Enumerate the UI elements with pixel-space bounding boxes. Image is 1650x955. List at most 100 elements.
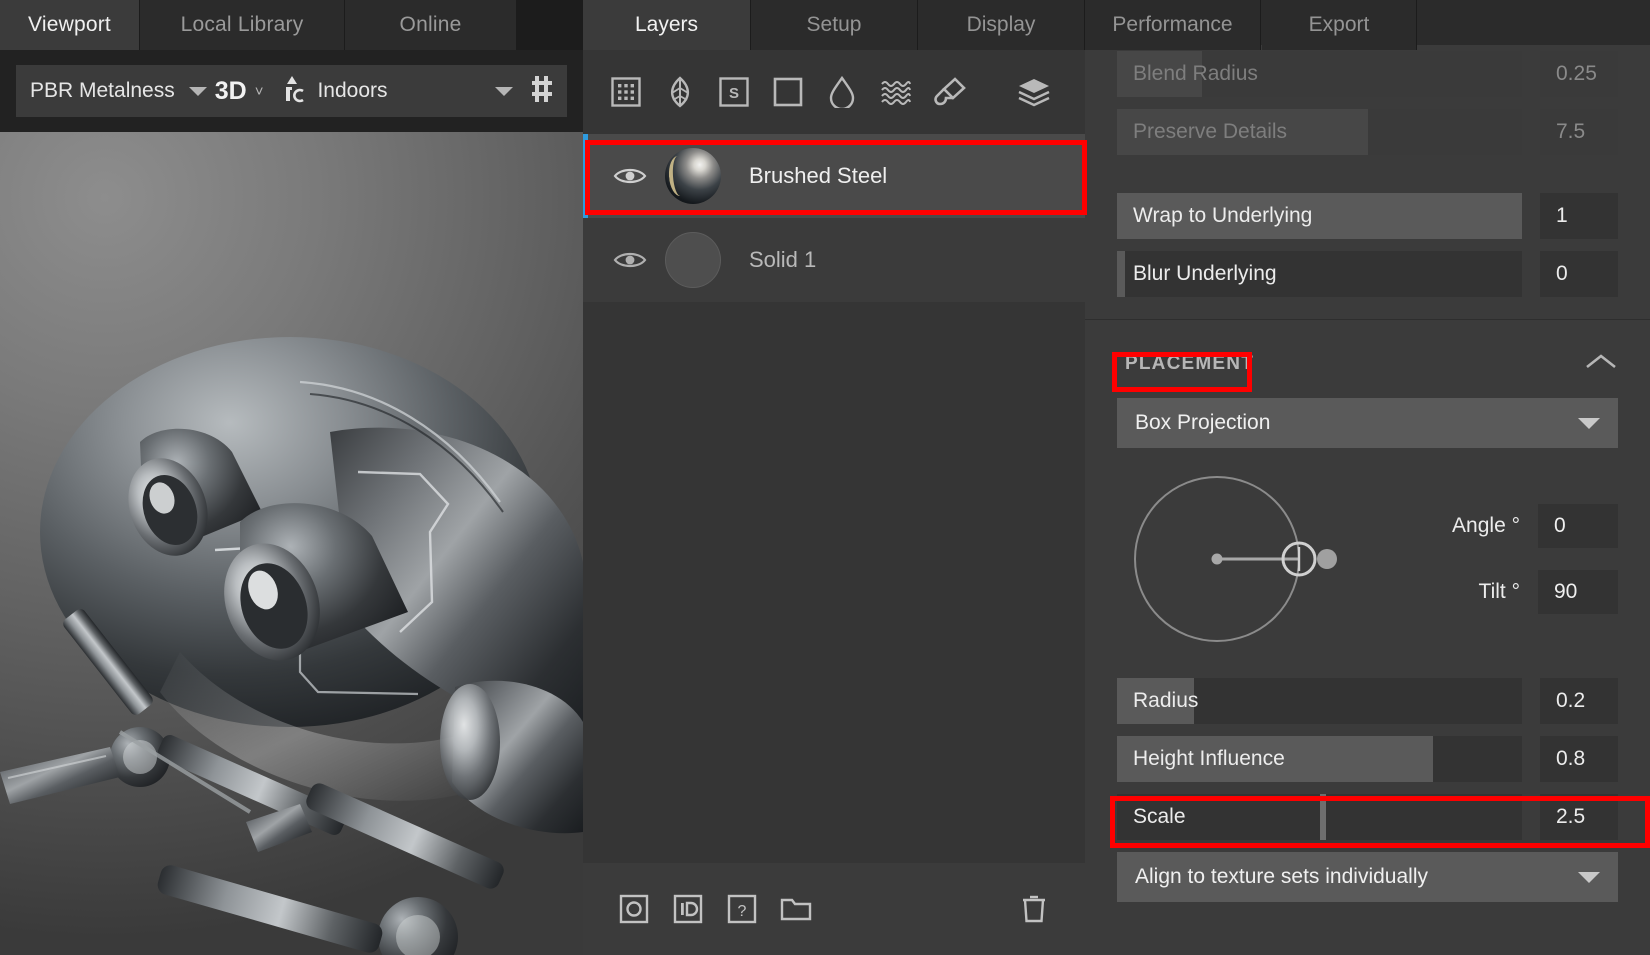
layer-name-label: Brushed Steel <box>749 163 888 188</box>
tab-performance[interactable]: Performance <box>1085 0 1261 50</box>
param-row-blend-radius[interactable]: Blend Radius 0.25 <box>1117 51 1618 97</box>
environment-icon[interactable] <box>279 74 305 109</box>
layer-thumbnail[interactable] <box>665 148 721 204</box>
scale-slider[interactable]: Scale <box>1117 794 1522 840</box>
tab-export[interactable]: Export <box>1262 0 1417 50</box>
layers-stack-icon[interactable] <box>1007 65 1061 119</box>
layer-name-label: Solid 1 <box>749 247 817 272</box>
grid-settings-icon[interactable] <box>531 75 553 108</box>
tab-local-library[interactable]: Local Library <box>140 0 345 50</box>
placement-section-header[interactable]: PLACEMENT <box>1117 338 1618 390</box>
tab-online-label: Online <box>399 13 462 36</box>
param-row-wrap-to-underlying[interactable]: Wrap to Underlying 1 <box>1117 193 1618 239</box>
height-influence-slider[interactable]: Height Influence <box>1117 736 1522 782</box>
droplet-icon[interactable] <box>815 65 869 119</box>
placement-section: PLACEMENT Box Projection Angle ° 0 Tilt … <box>1085 320 1650 902</box>
caret-down-icon <box>1578 417 1600 429</box>
chevron-down-icon[interactable]: ˅ <box>255 83 264 100</box>
param-label: Blend Radius <box>1133 62 1258 85</box>
wrap-to-underlying-value[interactable]: 1 <box>1540 193 1618 239</box>
blur-underlying-slider[interactable]: Blur Underlying <box>1117 251 1522 297</box>
layer-thumbnail[interactable] <box>665 232 721 288</box>
leaf-icon[interactable] <box>653 65 707 119</box>
application-window: Viewport Local Library Online PBR Metaln… <box>0 0 1650 955</box>
angle-label: Angle ° <box>1452 514 1520 537</box>
radius-value[interactable]: 0.2 <box>1540 678 1618 724</box>
chevron-up-icon[interactable] <box>1584 351 1618 378</box>
placement-fields: Angle ° 0 Tilt ° 90 <box>1367 504 1618 614</box>
eye-visibility-icon[interactable] <box>613 249 647 271</box>
view-mode-label[interactable]: 3D <box>215 77 247 106</box>
align-mode-label: Align to texture sets individually <box>1135 865 1428 888</box>
caret-down-icon[interactable] <box>188 86 207 96</box>
param-label: Radius <box>1133 689 1199 712</box>
tab-local-library-label: Local Library <box>180 13 304 36</box>
tab-setup-label: Setup <box>806 13 862 36</box>
left-tab-bar: Viewport Local Library Online <box>0 0 583 50</box>
add-mask-icon[interactable] <box>607 882 661 936</box>
param-row-scale[interactable]: Scale 2.5 <box>1117 794 1618 840</box>
blending-parameters-section: Blend Radius 0.25 Preserve Details 7.5 W… <box>1085 45 1650 319</box>
angle-field: Angle ° 0 <box>1377 504 1618 548</box>
tab-online[interactable]: Online <box>345 0 517 50</box>
height-influence-value[interactable]: 0.8 <box>1540 736 1618 782</box>
param-row-preserve-details[interactable]: Preserve Details 7.5 <box>1117 109 1618 155</box>
projection-mode-label: Box Projection <box>1135 411 1271 434</box>
layer-list: Brushed Steel Solid 1 <box>583 134 1085 863</box>
layer-toolbar: S <box>583 50 1085 134</box>
param-label: Height Influence <box>1133 747 1285 770</box>
smart-material-icon[interactable]: S <box>707 65 761 119</box>
blend-radius-slider[interactable]: Blend Radius <box>1117 51 1522 97</box>
param-label: Wrap to Underlying <box>1133 204 1313 227</box>
placement-orientation-widget[interactable]: Angle ° 0 Tilt ° 90 <box>1117 454 1618 664</box>
slider-handle[interactable] <box>1319 794 1326 840</box>
tab-setup[interactable]: Setup <box>751 0 918 50</box>
add-folder-icon[interactable] <box>769 882 823 936</box>
caret-down-icon-environment[interactable] <box>495 86 513 96</box>
blend-radius-value[interactable]: 0.25 <box>1540 51 1618 97</box>
add-anchor-icon[interactable]: ? <box>715 882 769 936</box>
tab-layers[interactable]: Layers <box>583 0 751 50</box>
layer-row-brushed-steel[interactable]: Brushed Steel <box>583 134 1085 218</box>
projection-mode-dropdown[interactable]: Box Projection <box>1117 398 1618 448</box>
tilt-value[interactable]: 90 <box>1538 570 1618 614</box>
radius-slider[interactable]: Radius <box>1117 678 1522 724</box>
shader-label[interactable]: PBR Metalness <box>30 79 175 103</box>
orientation-dial[interactable] <box>1127 459 1367 659</box>
center-tab-bar: Layers Setup Display <box>583 0 1085 50</box>
waves-icon[interactable] <box>869 65 923 119</box>
tab-export-label: Export <box>1308 13 1370 36</box>
angle-value[interactable]: 0 <box>1538 504 1618 548</box>
right-panel: Blend Radius 0.25 Preserve Details 7.5 W… <box>1085 0 1650 955</box>
layer-row-solid-1[interactable]: Solid 1 <box>583 218 1085 302</box>
paint-brush-icon[interactable] <box>923 65 977 119</box>
tab-display[interactable]: Display <box>918 0 1085 50</box>
scale-value[interactable]: 2.5 <box>1540 794 1618 840</box>
square-fill-icon[interactable] <box>761 65 815 119</box>
wrap-to-underlying-slider[interactable]: Wrap to Underlying <box>1117 193 1522 239</box>
preserve-details-value[interactable]: 7.5 <box>1540 109 1618 155</box>
param-label: Scale <box>1133 805 1186 828</box>
blur-underlying-value[interactable]: 0 <box>1540 251 1618 297</box>
param-label: Blur Underlying <box>1133 262 1277 285</box>
tab-display-label: Display <box>966 13 1036 36</box>
param-row-blur-underlying[interactable]: Blur Underlying 0 <box>1117 251 1618 297</box>
left-panel: Viewport Local Library Online PBR Metaln… <box>0 0 583 955</box>
add-id-mask-icon[interactable] <box>661 882 715 936</box>
svg-text:S: S <box>729 85 739 102</box>
preserve-details-slider[interactable]: Preserve Details <box>1117 109 1522 155</box>
grid-dots-icon[interactable] <box>599 65 653 119</box>
render-model-drone <box>0 337 583 955</box>
eye-visibility-icon[interactable] <box>613 165 647 187</box>
param-row-radius[interactable]: Radius 0.2 <box>1117 678 1618 724</box>
caret-down-icon <box>1578 871 1600 883</box>
svg-text:?: ? <box>738 903 747 920</box>
environment-label[interactable]: Indoors <box>317 79 387 103</box>
tilt-label: Tilt ° <box>1478 580 1520 603</box>
viewport-3d-render[interactable] <box>0 132 583 955</box>
delete-layer-icon[interactable] <box>1007 882 1061 936</box>
param-row-height-influence[interactable]: Height Influence 0.8 <box>1117 736 1618 782</box>
tab-viewport-label: Viewport <box>28 13 111 36</box>
align-mode-dropdown[interactable]: Align to texture sets individually <box>1117 852 1618 902</box>
tab-viewport[interactable]: Viewport <box>0 0 140 50</box>
